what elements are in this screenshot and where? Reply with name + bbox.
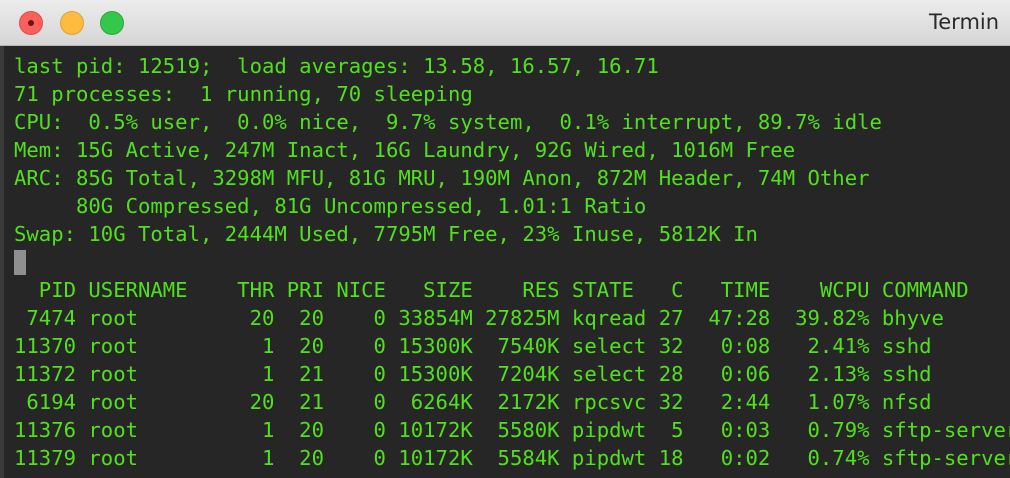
- table-row: 6194 root 20 21 0 6264K 2172K rpcsvc 32 …: [14, 390, 932, 414]
- summary-arc-compression: 80G Compressed, 81G Uncompressed, 1.01:1…: [14, 194, 647, 218]
- table-row: 11372 root 1 21 0 15300K 7204K select 28…: [14, 362, 932, 386]
- zoom-window-button[interactable]: [100, 11, 124, 35]
- terminal-window: Termin last pid: 12519; load averages: 1…: [0, 0, 1010, 478]
- command-prompt-line[interactable]: [14, 248, 1010, 276]
- summary-processes: 71 processes: 1 running, 70 sleeping: [14, 82, 473, 106]
- table-row: 11376 root 1 20 0 10172K 5580K pipdwt 5 …: [14, 418, 1010, 442]
- table-header: PID USERNAME THR PRI NICE SIZE RES STATE…: [14, 278, 969, 302]
- table-row: 11379 root 1 20 0 10172K 5584K pipdwt 18…: [14, 446, 1010, 470]
- summary-swap: Swap: 10G Total, 2444M Used, 7795M Free,…: [14, 222, 758, 246]
- summary-last-pid-load: last pid: 12519; load averages: 13.58, 1…: [14, 54, 659, 78]
- summary-cpu: CPU: 0.5% user, 0.0% nice, 9.7% system, …: [14, 110, 882, 134]
- window-title: Termin: [929, 10, 1000, 34]
- top-output: last pid: 12519; load averages: 13.58, 1…: [14, 52, 1010, 472]
- minimize-window-button[interactable]: [60, 11, 84, 35]
- table-row: 11370 root 1 20 0 15300K 7540K select 32…: [14, 334, 932, 358]
- table-row: 7474 root 20 20 0 33854M 27825M kqread 2…: [14, 306, 944, 330]
- summary-arc: ARC: 85G Total, 3298M MFU, 81G MRU, 190M…: [14, 166, 870, 190]
- title-bar[interactable]: Termin: [0, 0, 1010, 46]
- text-cursor: [14, 250, 26, 275]
- summary-mem: Mem: 15G Active, 247M Inact, 16G Laundry…: [14, 138, 796, 162]
- close-window-button[interactable]: [19, 11, 43, 35]
